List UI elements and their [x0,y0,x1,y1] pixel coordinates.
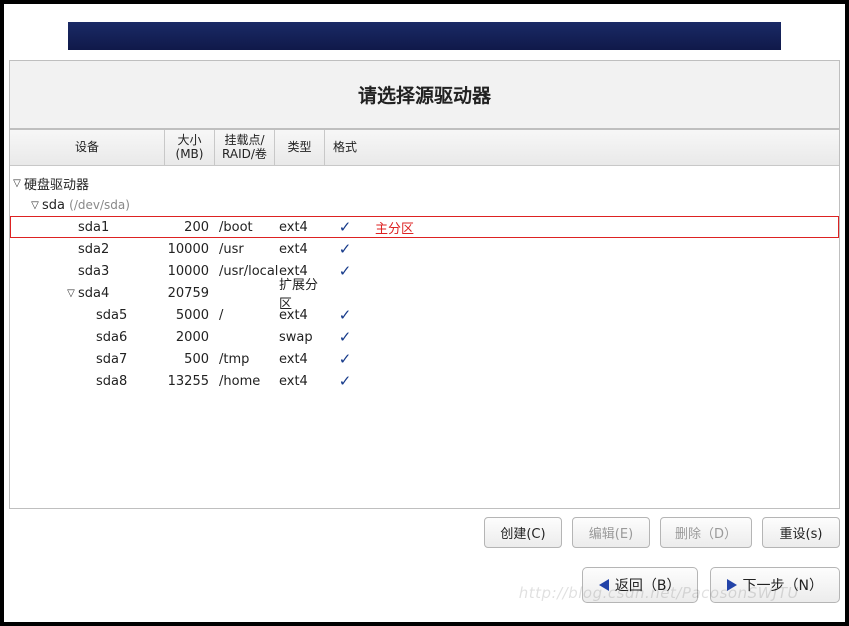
expand-toggle-icon[interactable]: ▽ [28,200,42,211]
partition-table-panel: 设备 大小 (MB) 挂载点/ RAID/卷 类型 格式 ▽ 硬盘驱动器 ▽ s… [9,129,840,509]
partition-name: sda7 [96,352,127,367]
col-device[interactable]: 设备 [10,130,165,165]
tree-disk-row[interactable]: ▽ sda (/dev/sda) [10,194,839,216]
partition-type: swap [275,330,325,345]
create-button[interactable]: 创建(C) [484,517,562,548]
check-icon: ✓ [339,372,352,390]
partition-format: ✓ [325,328,365,346]
partition-row[interactable]: sda6 2000 swap ✓ [10,326,839,348]
partition-mount: /tmp [215,352,275,367]
partition-format: ✓ [325,262,365,280]
partition-mount: /home [215,374,275,389]
partition-size: 10000 [165,264,215,279]
check-icon: ✓ [339,262,352,280]
partition-size: 2000 [165,330,215,345]
partition-type: ext4 [275,220,325,235]
partition-size: 10000 [165,242,215,257]
partition-format: ✓ [325,306,365,324]
disk-path: (/dev/sda) [69,198,130,212]
partition-format: ✓ [325,240,365,258]
reset-button[interactable]: 重设(s) [762,517,840,548]
partition-row[interactable]: sda1 200/bootext4 ✓ 主分区 [10,216,839,238]
partition-name: sda2 [78,242,109,257]
delete-button: 删除（D） [660,517,752,548]
expand-toggle-icon[interactable]: ▽ [64,288,78,299]
col-type[interactable]: 类型 [275,130,325,165]
partition-type: 扩展分区 [275,274,325,312]
check-icon: ✓ [339,240,352,258]
header-banner [68,22,781,50]
check-icon: ✓ [339,350,352,368]
next-label: 下一步（N） [743,575,823,595]
partition-size: 20759 [165,286,215,301]
partition-name: sda6 [96,330,127,345]
partition-mount: / [215,308,275,323]
partition-tree[interactable]: ▽ 硬盘驱动器 ▽ sda (/dev/sda) sda1200/bootext… [10,166,839,508]
partition-row[interactable]: sda2 10000/usrext4 ✓ [10,238,839,260]
partition-row[interactable]: sda7 500/tmpext4 ✓ [10,348,839,370]
arrow-left-icon [599,579,609,591]
partition-mount: /usr/local [215,264,275,279]
installer-window: 请选择源驱动器 设备 大小 (MB) 挂载点/ RAID/卷 类型 格式 ▽ 硬… [4,4,845,622]
partition-type: ext4 [275,308,325,323]
partition-row[interactable]: ▽sda420759扩展分区 [10,282,839,304]
check-icon: ✓ [339,328,352,346]
page-title: 请选择源驱动器 [10,81,839,108]
partition-row[interactable]: sda5 5000/ext4 ✓ [10,304,839,326]
col-mount[interactable]: 挂载点/ RAID/卷 [215,130,275,165]
partition-size: 500 [165,352,215,367]
annotation-label: 主分区 [365,218,445,237]
partition-name: sda3 [78,264,109,279]
partition-size: 200 [165,220,215,235]
edit-button: 编辑(E) [572,517,650,548]
partition-size: 5000 [165,308,215,323]
partition-row[interactable]: sda8 13255/homeext4 ✓ [10,370,839,392]
partition-name: sda8 [96,374,127,389]
nav-button-row: 返回（B） 下一步（N） [4,557,845,608]
disk-label: sda [42,198,65,213]
back-button[interactable]: 返回（B） [582,567,698,603]
partition-type: ext4 [275,352,325,367]
partition-row[interactable]: sda310000/usr/localext4✓ [10,260,839,282]
expand-toggle-icon[interactable]: ▽ [10,178,24,189]
partition-type: ext4 [275,242,325,257]
col-format[interactable]: 格式 [325,130,365,165]
partition-format: ✓ [325,372,365,390]
partition-format: ✓ [325,218,365,236]
partition-mount: /usr [215,242,275,257]
back-label: 返回（B） [615,575,681,595]
partition-size: 13255 [165,374,215,389]
title-panel: 请选择源驱动器 [9,60,840,129]
tree-root-row[interactable]: ▽ 硬盘驱动器 [10,172,839,194]
col-size[interactable]: 大小 (MB) [165,130,215,165]
check-icon: ✓ [339,218,352,236]
table-header: 设备 大小 (MB) 挂载点/ RAID/卷 类型 格式 [10,130,839,166]
partition-name: sda1 [78,220,109,235]
next-button[interactable]: 下一步（N） [710,567,840,603]
arrow-right-icon [727,579,737,591]
partition-format: ✓ [325,350,365,368]
root-label: 硬盘驱动器 [24,174,89,193]
check-icon: ✓ [339,306,352,324]
partition-mount: /boot [215,220,275,235]
partition-name: sda4 [78,286,109,301]
partition-name: sda5 [96,308,127,323]
action-button-row: 创建(C) 编辑(E) 删除（D） 重设(s) [4,509,845,553]
partition-type: ext4 [275,374,325,389]
